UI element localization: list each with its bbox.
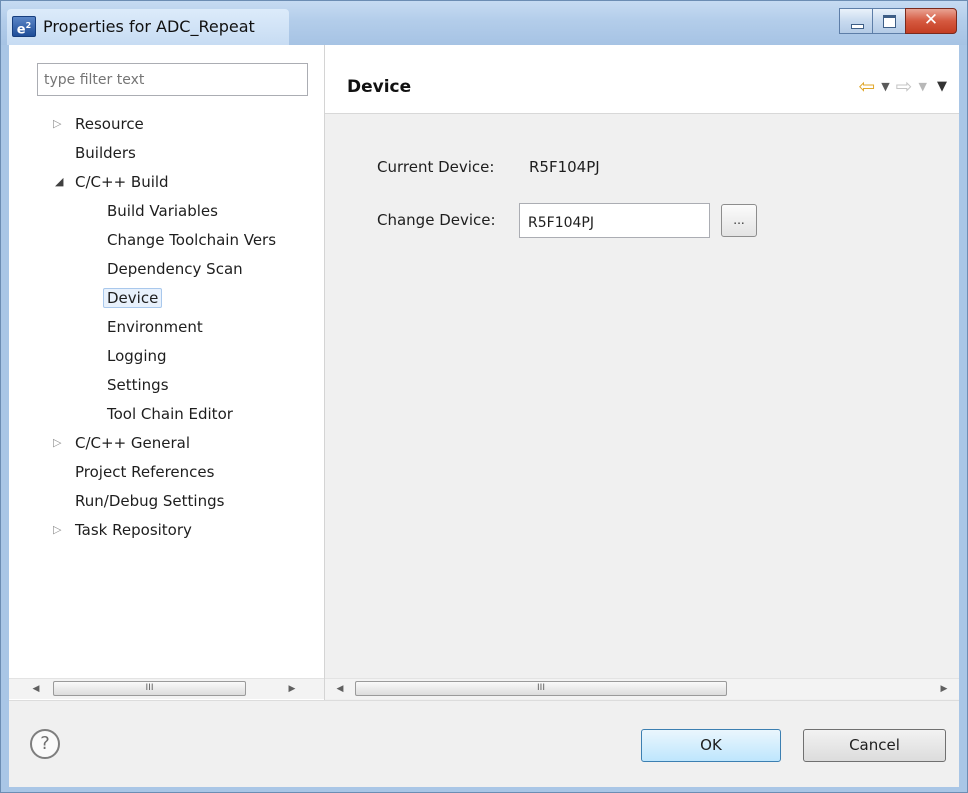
dialog-body: ▷ Resource Builders ◢ C/C++ Build Build Varia… xyxy=(9,45,959,787)
tree-item[interactable]: ◢ C/C++ Build xyxy=(55,169,169,195)
minimize-button[interactable] xyxy=(839,8,873,34)
page-horizontal-scrollbar[interactable]: ◀ III ▶ xyxy=(325,678,959,699)
close-icon: ✕ xyxy=(923,10,939,30)
scroll-right-icon[interactable]: ▶ xyxy=(935,679,953,699)
change-device-field[interactable] xyxy=(519,203,710,238)
properties-dialog: e2 Properties for ADC_Repeat ✕ ▷ Resource… xyxy=(0,0,968,793)
arrow-left-icon[interactable]: ⇦ xyxy=(859,76,876,96)
app-icon: e2 xyxy=(12,16,36,37)
window-title: Properties for ADC_Repeat xyxy=(43,17,255,36)
maximize-button[interactable] xyxy=(872,8,906,34)
scroll-thumb[interactable]: III xyxy=(53,681,246,696)
window-controls: ✕ xyxy=(839,8,957,34)
cancel-button[interactable]: Cancel xyxy=(803,729,946,762)
tree-item-label: C/C++ Build xyxy=(75,173,169,191)
title-bar[interactable]: e2 Properties for ADC_Repeat ✕ xyxy=(1,1,967,45)
navigation-pane: ▷ Resource Builders ◢ C/C++ Build Build Varia… xyxy=(9,45,325,700)
close-button[interactable]: ✕ xyxy=(905,8,957,34)
tree-item-label: Environment xyxy=(107,318,203,336)
tree-item[interactable]: Build Variables xyxy=(107,198,218,224)
collapsed-arrow-icon[interactable]: ▷ xyxy=(53,430,61,456)
tree-item-label: Dependency Scan xyxy=(107,260,243,278)
filter-input[interactable] xyxy=(37,63,308,96)
tree-item-label: Change Toolchain Vers xyxy=(107,231,277,249)
tree-item[interactable]: ▷ Resource xyxy=(53,111,144,137)
scroll-right-icon[interactable]: ▶ xyxy=(283,679,301,699)
page-header: Device ⇦ ▼ ⇨ ▼ ▼ xyxy=(325,45,959,114)
scroll-grip: III xyxy=(145,683,154,693)
arrow-right-icon[interactable]: ⇨ xyxy=(896,76,913,96)
expanded-arrow-icon[interactable]: ◢ xyxy=(55,169,63,195)
back-dropdown-icon[interactable]: ▼ xyxy=(881,80,889,93)
tree-item[interactable]: Device xyxy=(103,285,163,311)
tree-item[interactable]: Run/Debug Settings xyxy=(75,488,224,514)
page-title: Device xyxy=(347,77,412,97)
tree-item[interactable]: Change Toolchain Vers xyxy=(107,227,276,253)
scroll-grip: III xyxy=(537,683,545,693)
scroll-thumb[interactable]: III xyxy=(355,681,727,696)
tree-item[interactable]: ▷ C/C++ General xyxy=(53,430,191,456)
tree-item-label: Logging xyxy=(107,347,167,365)
button-bar: ? OK Cancel xyxy=(9,700,959,787)
forward-dropdown-icon[interactable]: ▼ xyxy=(919,80,927,93)
tree-item-label: Build Variables xyxy=(107,202,218,220)
property-page: Device ⇦ ▼ ⇨ ▼ ▼ Current Device: R5F104P… xyxy=(325,45,959,700)
tree-item-label: Task Repository xyxy=(75,521,192,539)
ok-button[interactable]: OK xyxy=(641,729,781,762)
tree-item[interactable]: ▷ Task Repository xyxy=(53,517,192,543)
collapsed-arrow-icon[interactable]: ▷ xyxy=(53,517,61,543)
current-device-label: Current Device: xyxy=(377,158,495,176)
page-navigation: ⇦ ▼ ⇨ ▼ ▼ xyxy=(859,75,947,97)
tree-item-label: Settings xyxy=(107,376,169,394)
tree-item-label: Run/Debug Settings xyxy=(75,492,225,510)
scroll-left-icon[interactable]: ◀ xyxy=(27,679,45,699)
current-device-value: R5F104PJ xyxy=(529,158,600,176)
help-icon[interactable]: ? xyxy=(30,729,60,759)
tree-item[interactable]: Logging xyxy=(107,343,167,369)
view-menu-icon[interactable]: ▼ xyxy=(937,79,947,94)
tree-item[interactable]: Dependency Scan xyxy=(107,256,243,282)
tree-item-label: Tool Chain Editor xyxy=(107,405,233,423)
tree-item-label: C/C++ General xyxy=(75,434,191,452)
tree-item-label: Device xyxy=(103,288,163,308)
tree-item[interactable]: Tool Chain Editor xyxy=(107,401,233,427)
tree-item[interactable]: Project References xyxy=(75,459,214,485)
tree-item-label: Project References xyxy=(75,463,215,481)
scroll-left-icon[interactable]: ◀ xyxy=(331,679,349,699)
collapsed-arrow-icon[interactable]: ▷ xyxy=(53,111,61,137)
tree-item[interactable]: Environment xyxy=(107,314,203,340)
tree-horizontal-scrollbar[interactable]: ◀ III ▶ xyxy=(9,678,324,699)
change-device-label: Change Device: xyxy=(377,211,496,229)
tree-item-label: Builders xyxy=(75,144,136,162)
tree-item[interactable]: Settings xyxy=(107,372,169,398)
tree-item-label: Resource xyxy=(75,115,144,133)
tree-item[interactable]: Builders xyxy=(75,140,136,166)
browse-device-button[interactable]: ... xyxy=(721,204,757,237)
